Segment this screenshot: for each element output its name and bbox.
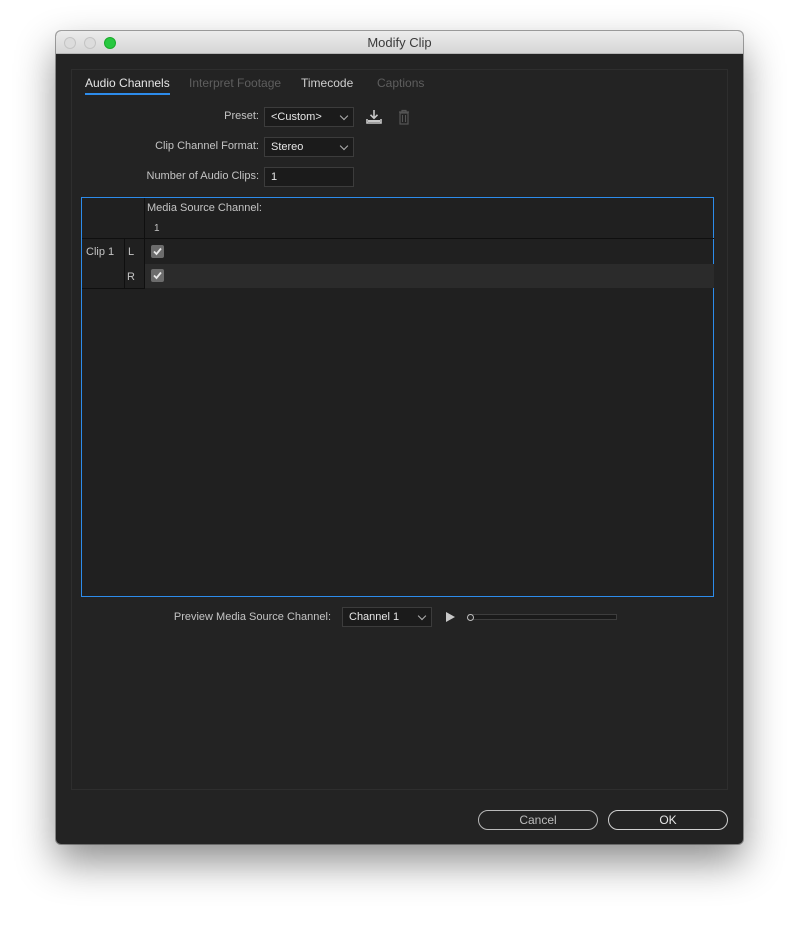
channel-label-l: L [128, 246, 135, 258]
row-highlight [145, 264, 714, 288]
chevron-down-icon [417, 611, 427, 621]
slider-handle[interactable] [467, 614, 474, 621]
clip-label: Clip 1 [86, 246, 115, 258]
channel-checkbox-l[interactable] [151, 245, 164, 258]
download-icon[interactable] [365, 108, 383, 126]
format-value: Stereo [271, 141, 304, 153]
preset-value: <Custom> [271, 111, 322, 123]
preset-dropdown[interactable]: <Custom> [264, 107, 354, 127]
modify-clip-window: Modify Clip Audio Channels Interpret Foo… [56, 31, 743, 844]
tab-interpret-footage: Interpret Footage [189, 76, 282, 90]
grid-header: Media Source Channel: [147, 202, 262, 214]
channel-checkbox-r[interactable] [151, 269, 164, 282]
chevron-down-icon [339, 111, 349, 121]
preview-label: Preview Media Source Channel: [173, 611, 331, 623]
window-title: Modify Clip [367, 35, 432, 50]
grid-divider [124, 239, 125, 288]
preset-label: Preset: [224, 110, 259, 122]
grid-divider [82, 288, 145, 289]
channel-grid: Media Source Channel: 1 Clip 1 L R [81, 197, 714, 597]
ok-button[interactable]: OK [608, 810, 728, 830]
preview-progress-slider[interactable] [468, 614, 617, 620]
tab-audio-channels[interactable]: Audio Channels [85, 76, 170, 95]
format-dropdown[interactable]: Stereo [264, 137, 354, 157]
preview-channel-value: Channel 1 [349, 611, 400, 623]
num-clips-label: Number of Audio Clips: [146, 170, 260, 182]
title-bar: Modify Clip [56, 31, 743, 54]
play-icon[interactable] [442, 608, 460, 626]
format-label: Clip Channel Format: [155, 140, 259, 152]
num-clips-input[interactable]: 1 [264, 167, 354, 187]
tab-captions: Captions [377, 76, 425, 90]
trash-icon [395, 108, 413, 126]
cancel-button[interactable]: Cancel [478, 810, 598, 830]
channel-label-r: R [127, 271, 135, 283]
grid-divider [82, 238, 714, 239]
grid-column-label: 1 [154, 223, 160, 234]
tab-timecode[interactable]: Timecode [301, 76, 353, 90]
preview-channel-dropdown[interactable]: Channel 1 [342, 607, 432, 627]
chevron-down-icon [339, 141, 349, 151]
